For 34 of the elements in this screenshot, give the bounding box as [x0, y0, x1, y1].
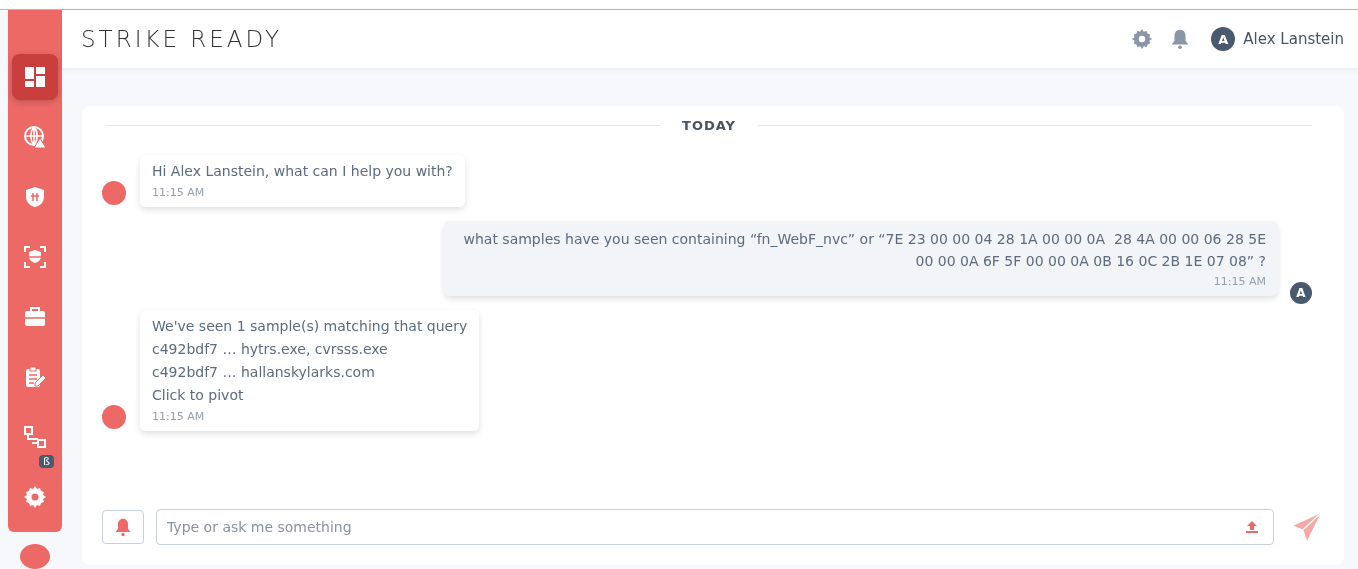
message-text: 00 00 0A 6F 5F 00 00 0A 0B 16 0C 2B 1E 07 08” ?	[915, 253, 1266, 269]
dashboard-icon	[23, 65, 47, 89]
beta-badge: ß	[39, 455, 54, 468]
bell-icon	[113, 517, 133, 537]
status-dot	[20, 544, 50, 569]
message-text: c492bdf7 … hallanskylarks.com	[152, 364, 376, 380]
settings-icon	[23, 485, 47, 509]
clipboard-icon	[23, 365, 47, 389]
workflow-icon	[23, 425, 47, 449]
message-time: 11:15 AM	[152, 410, 206, 423]
date-divider: TODAY	[682, 118, 736, 133]
alert-button[interactable]	[102, 510, 144, 544]
shield-icon	[23, 185, 47, 209]
user-avatar[interactable]: A	[1211, 27, 1236, 51]
message-text: what samples have you seen containing “fn_WebF_nvc” or “7E 23 00 00 04 28 1A 00 00 0A 28 4A 00 00 06 28 5E	[463, 231, 1266, 247]
user-avatar: A	[1290, 282, 1312, 304]
message-time: 11:15 AM	[1213, 275, 1266, 288]
send-icon[interactable]	[1292, 512, 1322, 542]
message-text: Click to pivot	[152, 387, 245, 403]
nav-dashboard-button[interactable]	[12, 54, 58, 100]
briefcase-icon	[23, 305, 47, 329]
bot-avatar	[102, 181, 126, 205]
message-text: Hi Alex Lanstein, what can I help you with?	[152, 163, 453, 179]
bot-avatar	[102, 405, 126, 429]
settings-icon[interactable]	[1131, 28, 1154, 50]
logo: STRIKE READY	[81, 26, 283, 52]
upload-icon[interactable]	[1244, 519, 1260, 535]
message-text: c492bdf7 … hytrs.exe, cvrsss.exe	[152, 341, 389, 357]
shield-scan-icon	[23, 245, 47, 269]
chat-input[interactable]: Type or ask me something	[156, 509, 1274, 545]
user-name[interactable]: Alex Lanstein	[1243, 30, 1344, 48]
message-time: 11:15 AM	[152, 186, 206, 199]
message-text: We've seen 1 sample(s) matching that query	[152, 318, 468, 334]
globe-warning-icon	[23, 125, 47, 149]
